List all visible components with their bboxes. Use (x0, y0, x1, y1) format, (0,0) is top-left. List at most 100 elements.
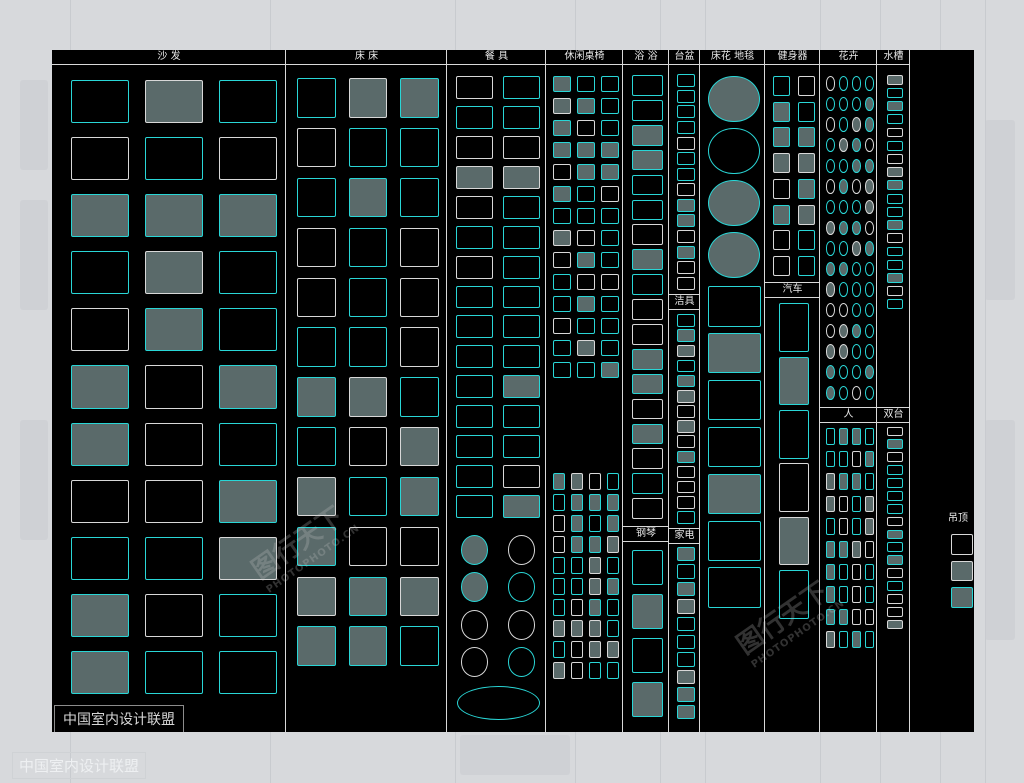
cad-symbol (838, 241, 849, 256)
cad-symbol (677, 183, 695, 197)
cad-symbol (708, 179, 760, 227)
cad-symbol (708, 231, 760, 279)
cad-symbol (460, 609, 489, 640)
cad-symbol (632, 593, 663, 629)
cad-symbol (219, 422, 277, 466)
cad-symbol (779, 516, 809, 566)
cad-symbol (825, 427, 836, 445)
cad-symbol (677, 167, 695, 181)
cad-symbol (677, 511, 695, 524)
cad-symbol (632, 124, 663, 146)
cad-symbol (851, 608, 862, 626)
cad-symbol (851, 473, 862, 490)
cad-symbol (886, 246, 904, 257)
cad-symbol (576, 207, 596, 225)
cad-symbol (399, 476, 439, 517)
cad-symbol (886, 299, 904, 310)
cad-symbol (71, 365, 129, 409)
cad-symbol (825, 76, 836, 91)
cad-symbol (886, 568, 904, 578)
cad-symbol (348, 626, 388, 666)
cad-symbol (838, 540, 849, 558)
cad-symbol (825, 179, 836, 194)
cad-symbol (886, 286, 904, 297)
cad-symbol (886, 206, 904, 217)
cad-symbol (145, 422, 203, 466)
cad-symbol (553, 578, 565, 595)
ghost-block (20, 200, 48, 310)
cad-symbol (348, 427, 388, 467)
cad-symbol (825, 563, 836, 581)
cad-symbol (576, 339, 596, 357)
cad-symbol (677, 344, 695, 358)
cad-symbol (864, 179, 875, 194)
cad-symbol (600, 141, 620, 159)
cad-symbol (825, 608, 836, 626)
cad-symbol (71, 137, 129, 181)
cad-symbol (348, 526, 388, 567)
cad-symbol (219, 650, 277, 694)
cad-symbol (798, 204, 815, 225)
cad-symbol (773, 101, 790, 122)
cad-symbol (677, 581, 695, 597)
cad-symbol (798, 75, 815, 96)
cad-symbol (825, 344, 836, 359)
cad-symbol (851, 179, 862, 194)
cad-symbol (552, 207, 572, 225)
cad-symbol (600, 339, 620, 357)
column-header: 餐 具 (447, 50, 546, 65)
cad-symbol (707, 567, 761, 608)
cad-symbol (297, 626, 337, 666)
cad-symbol (632, 149, 663, 171)
cad-symbol (576, 119, 596, 137)
cad-symbol (864, 450, 875, 468)
cad-symbol (399, 427, 439, 467)
cad-symbol (677, 105, 695, 119)
cad-symbol (399, 227, 439, 268)
cad-symbol (455, 76, 494, 100)
cad-symbol (886, 167, 904, 178)
cad-symbol (886, 180, 904, 191)
cad-symbol (600, 229, 620, 247)
cad-symbol (607, 473, 619, 490)
cad-symbol (607, 515, 619, 532)
cad-symbol (607, 557, 619, 574)
cad-symbol (600, 185, 620, 203)
cad-symbol (571, 641, 583, 658)
cad-symbol (71, 251, 129, 295)
cad-symbol (71, 194, 129, 238)
cad-symbol (552, 317, 572, 335)
column-header: 花卉 (820, 50, 877, 65)
cad-symbol (851, 427, 862, 445)
cad-symbol (707, 520, 761, 561)
cad-symbol (677, 495, 695, 509)
ghost-block (985, 420, 1015, 640)
cad-symbol (886, 193, 904, 204)
cad-symbol (455, 315, 494, 339)
cad-symbol (607, 536, 619, 553)
cad-symbol (632, 373, 663, 395)
cad-symbol (851, 518, 862, 536)
cad-symbol (632, 473, 663, 494)
cad-symbol (219, 593, 277, 637)
cad-symbol (825, 586, 836, 603)
cad-symbol (455, 464, 494, 488)
cad-symbol (886, 529, 904, 540)
cad-symbol (502, 195, 541, 219)
cad-symbol (399, 526, 439, 567)
cad-symbol (886, 426, 904, 437)
cad-symbol (297, 476, 337, 517)
cad-symbol (589, 641, 601, 658)
cad-symbol (219, 79, 277, 124)
cad-symbol (864, 563, 875, 581)
cad-symbol (297, 377, 337, 417)
cad-symbol (502, 315, 541, 339)
cad-symbol (399, 128, 439, 168)
cad-symbol (864, 282, 875, 297)
cad-symbol (838, 631, 849, 649)
cad-symbol (71, 479, 129, 523)
column-ceiling-partial: 吊顶 (948, 50, 974, 732)
cad-symbol (632, 100, 663, 121)
cad-symbol (399, 277, 439, 317)
cad-symbol (455, 195, 494, 219)
